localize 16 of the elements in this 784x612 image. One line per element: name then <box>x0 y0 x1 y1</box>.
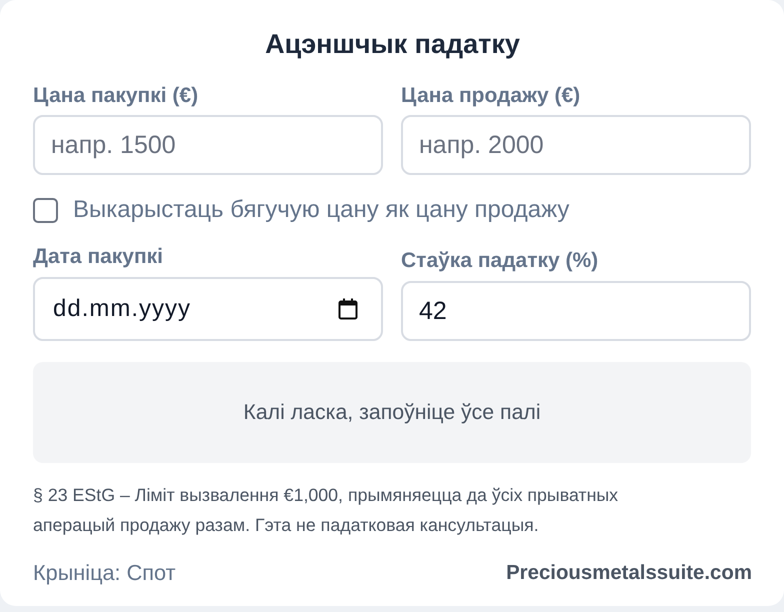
result-message: Калі ласка, запоўніце ўсе палі <box>243 400 541 425</box>
field-label: Стаўка падатку (%) <box>401 250 598 272</box>
input-field[interactable]: напр. 1500 <box>33 115 383 175</box>
brand-link[interactable]: Preciousmetalssuite.com <box>506 560 752 586</box>
date-field[interactable]: dd.mm.yyyy <box>33 277 383 341</box>
calculator-title: Ацэншчык падатку <box>265 28 520 61</box>
field-label: Дата пакупкі <box>33 246 164 268</box>
disclaimer-text: § 23 EStG – Ліміт вызвалення €1,000, прымяняецца да ўсіх прыватных аперацый продажу разам. Гэта не падатковая кансультацыя. <box>33 484 620 537</box>
field-label: Цана продажу (€) <box>401 85 580 107</box>
input-field[interactable]: напр. 2000 <box>401 115 751 175</box>
field-label: Цана пакупкі (€) <box>33 85 198 107</box>
checkbox-label[interactable]: Выкарыстаць бягучую цану як цану продажу <box>73 197 570 223</box>
input-field[interactable]: 42 <box>401 281 751 341</box>
source-text: Крыніца: Спот <box>33 560 176 586</box>
calendar-icon[interactable] <box>338 298 358 320</box>
checkbox[interactable] <box>33 198 58 222</box>
